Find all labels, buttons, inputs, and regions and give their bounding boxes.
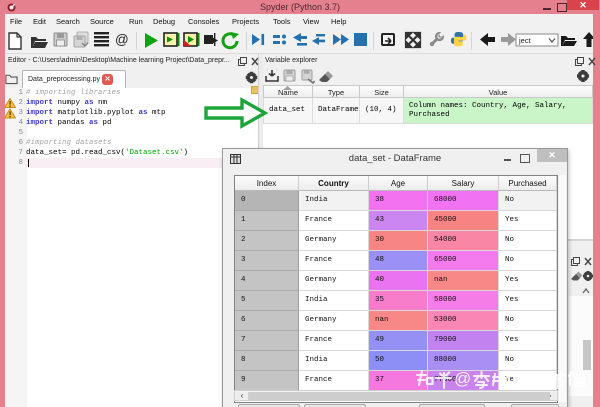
svg-text:@: @ [454,369,471,388]
svg-text:ject: ject [518,36,532,45]
svg-text:de: de [528,372,544,388]
svg-text:@: @ [115,32,129,47]
